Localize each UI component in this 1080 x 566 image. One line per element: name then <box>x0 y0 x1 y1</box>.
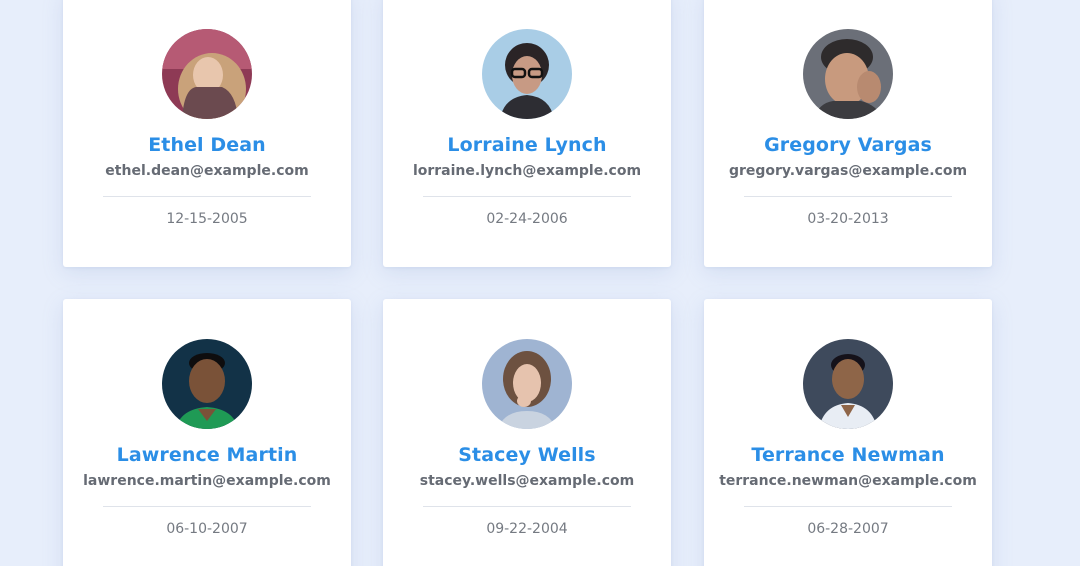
avatar <box>162 29 252 119</box>
user-date: 09-22-2004 <box>486 521 568 537</box>
avatar <box>482 339 572 429</box>
user-name[interactable]: Stacey Wells <box>383 444 671 466</box>
user-card[interactable]: Terrance Newman terrance.newman@example.… <box>704 299 992 566</box>
user-name[interactable]: Gregory Vargas <box>704 134 992 156</box>
avatar <box>482 29 572 119</box>
user-date: 03-20-2013 <box>807 211 889 227</box>
user-card[interactable]: Lorraine Lynch lorraine.lynch@example.co… <box>383 0 671 267</box>
user-card[interactable]: Ethel Dean ethel.dean@example.com 12-15-… <box>63 0 351 267</box>
user-date: 02-24-2006 <box>486 211 568 227</box>
divider <box>744 196 952 197</box>
user-email: lorraine.lynch@example.com <box>412 163 642 179</box>
divider <box>423 196 631 197</box>
user-name[interactable]: Ethel Dean <box>63 134 351 156</box>
user-card[interactable]: Gregory Vargas gregory.vargas@example.co… <box>704 0 992 267</box>
avatar <box>803 339 893 429</box>
user-card[interactable]: Lawrence Martin lawrence.martin@example.… <box>63 299 351 566</box>
user-cards-grid: Ethel Dean ethel.dean@example.com 12-15-… <box>0 0 1080 566</box>
divider <box>744 506 952 507</box>
divider <box>103 196 311 197</box>
user-date: 06-28-2007 <box>807 521 889 537</box>
user-name[interactable]: Terrance Newman <box>704 444 992 466</box>
avatar <box>803 29 893 119</box>
avatar <box>162 339 252 429</box>
user-email: gregory.vargas@example.com <box>728 163 968 179</box>
user-email: lawrence.martin@example.com <box>83 473 331 489</box>
user-name[interactable]: Lorraine Lynch <box>383 134 671 156</box>
user-card[interactable]: Stacey Wells stacey.wells@example.com 09… <box>383 299 671 566</box>
divider <box>423 506 631 507</box>
user-email: stacey.wells@example.com <box>419 473 635 489</box>
user-date: 12-15-2005 <box>166 211 248 227</box>
user-date: 06-10-2007 <box>166 521 248 537</box>
user-email: ethel.dean@example.com <box>105 163 309 179</box>
divider <box>103 506 311 507</box>
user-name[interactable]: Lawrence Martin <box>63 444 351 466</box>
user-email: terrance.newman@example.com <box>719 473 977 489</box>
